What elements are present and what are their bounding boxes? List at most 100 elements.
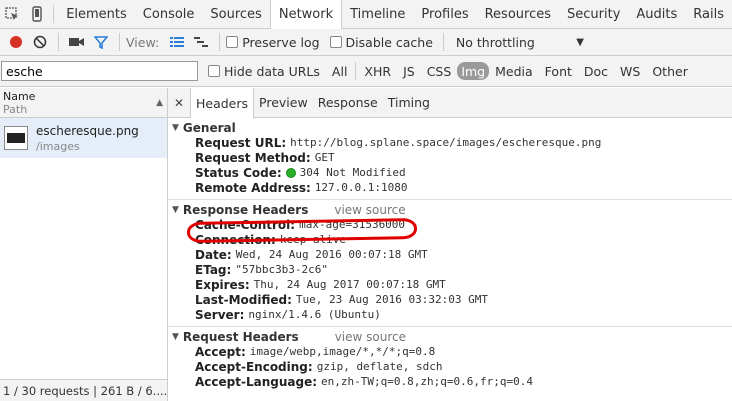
header-key: ETag: [195, 262, 232, 277]
header-value: image/webp,image/*,*/*;q=0.8 [249, 345, 436, 358]
tab-security[interactable]: Security [559, 0, 628, 28]
clear-button[interactable] [28, 30, 52, 54]
throttling-value: No throttling [455, 34, 535, 50]
tab-response[interactable]: Response [313, 88, 383, 117]
sort-ascending-icon: ▲ [156, 98, 163, 108]
tab-audits[interactable]: Audits [628, 0, 685, 28]
tab-elements[interactable]: Elements [58, 0, 135, 28]
response-headers-header[interactable]: ▼ Response Headers view source [168, 202, 732, 217]
header-row: Expires: Thu, 24 Aug 2017 00:07:18 GMT [168, 277, 732, 292]
view-source-link[interactable]: view source [334, 203, 405, 217]
toolbar-separator [219, 33, 221, 51]
hide-data-urls-label: Hide data URLs [224, 63, 320, 79]
path-header-label: Path [3, 103, 28, 116]
general-section-header[interactable]: ▼ General [168, 120, 732, 135]
header-value: 127.0.0.1:1080 [314, 181, 408, 194]
record-button[interactable] [4, 30, 28, 54]
filter-other[interactable]: Other [646, 62, 694, 80]
request-headers-header[interactable]: ▼ Request Headers view source [168, 329, 732, 344]
hide-data-urls-box[interactable] [208, 65, 220, 77]
header-key: Date: [195, 247, 232, 262]
header-row: Connection: keep-alive [168, 232, 732, 247]
filter-icon[interactable] [89, 30, 113, 54]
throttling-select[interactable]: No throttling ▼ [450, 35, 590, 50]
filter-media[interactable]: Media [489, 62, 539, 80]
header-row: Last-Modified: Tue, 23 Aug 2016 03:32:03 … [168, 292, 732, 307]
header-row: Request Method: GET [168, 150, 732, 165]
filter-ws[interactable]: WS [614, 62, 646, 80]
disable-cache-box[interactable] [329, 36, 342, 48]
preserve-log-box[interactable] [226, 36, 239, 48]
request-details: ✕ Headers Preview Response Timing ▼ Gene… [168, 88, 732, 401]
device-mode-icon[interactable] [25, 0, 50, 28]
header-key: Request Method: [195, 150, 311, 165]
network-toolbar: View: Preserve log Disable cache No thro… [0, 29, 732, 56]
request-list: Name Path ▲ escheresque.png /images 1 / … [0, 88, 168, 401]
close-details-icon[interactable]: ✕ [168, 88, 190, 117]
tab-headers[interactable]: Headers [190, 88, 255, 118]
filter-xhr[interactable]: XHR [358, 62, 397, 80]
tab-timeline[interactable]: Timeline [342, 0, 413, 28]
tabbar-separator [53, 5, 55, 23]
image-file-icon [4, 126, 28, 150]
header-value: nginx/1.4.6 (Ubuntu) [248, 308, 381, 321]
header-key: Status Code: [195, 165, 282, 180]
header-value: Tue, 23 Aug 2016 03:32:03 GMT [295, 293, 488, 306]
response-headers-title: Response Headers [182, 202, 309, 217]
header-value: 304 Not Modified [299, 166, 406, 179]
disable-cache-checkbox[interactable]: Disable cache [329, 35, 433, 50]
view-source-link[interactable]: view source [335, 330, 406, 344]
request-row[interactable]: escheresque.png /images [0, 118, 167, 158]
header-value: max-age=31536000 [299, 218, 406, 231]
header-value: gzip, deflate, sdch [316, 360, 443, 373]
filter-js[interactable]: JS [397, 62, 421, 80]
header-key: Last-Modified: [195, 292, 292, 307]
header-row: Cache-Control: max-age=31536000 [168, 217, 732, 232]
name-header-label: Name [3, 90, 36, 103]
filter-img[interactable]: Img [457, 62, 490, 80]
capture-screenshots-icon[interactable] [65, 30, 89, 54]
request-headers-section: ▼ Request Headers view source Accept: ima… [168, 327, 732, 393]
header-row: Accept-Encoding: gzip, deflate, sdch [168, 359, 732, 374]
header-value: Wed, 24 Aug 2016 00:07:18 GMT [235, 248, 428, 261]
response-headers-section: ▼ Response Headers view source Cache-Con… [168, 200, 732, 327]
tab-rails[interactable]: Rails [685, 0, 732, 28]
header-value: en,zh-TW;q=0.8,zh;q=0.6,fr;q=0.4 [321, 375, 533, 388]
request-path: /images [36, 139, 80, 153]
filter-separator [355, 62, 357, 80]
filter-css[interactable]: CSS [421, 62, 458, 80]
header-key: Request URL: [195, 135, 287, 150]
toolbar-separator [442, 33, 444, 51]
tab-timing[interactable]: Timing [383, 88, 435, 117]
request-status-summary: 1 / 30 requests | 261 B / 6.... [0, 379, 167, 401]
tab-resources[interactable]: Resources [477, 0, 559, 28]
header-value: "57bbc3b3-2c6" [235, 263, 329, 276]
tab-console[interactable]: Console [135, 0, 203, 28]
header-key: Server: [195, 307, 245, 322]
filter-all[interactable]: All [326, 62, 354, 80]
header-row: Status Code: 304 Not Modified [168, 165, 732, 180]
inspect-element-icon[interactable] [0, 0, 25, 28]
filter-doc[interactable]: Doc [578, 62, 614, 80]
devtools-tabbar: Elements Console Sources Network Timelin… [0, 0, 732, 29]
general-title: General [182, 120, 236, 135]
tab-profiles[interactable]: Profiles [413, 0, 476, 28]
tab-network[interactable]: Network [269, 0, 343, 29]
overview-icon[interactable] [189, 30, 213, 54]
preserve-log-label: Preserve log [242, 34, 320, 50]
header-value: GET [314, 151, 335, 164]
tab-preview[interactable]: Preview [254, 88, 313, 117]
header-row: ETag: "57bbc3b3-2c6" [168, 262, 732, 277]
header-value: keep-alive [279, 233, 347, 246]
preserve-log-checkbox[interactable]: Preserve log [226, 34, 320, 50]
filter-bar: Hide data URLs All XHR JS CSS Img Media … [0, 56, 732, 87]
hide-data-urls-checkbox[interactable]: Hide data URLs [208, 64, 320, 79]
header-key: Expires: [195, 277, 250, 292]
filter-font[interactable]: Font [539, 62, 578, 80]
tab-sources[interactable]: Sources [202, 0, 269, 28]
header-row: Date: Wed, 24 Aug 2016 00:07:18 GMT [168, 247, 732, 262]
filter-input[interactable] [1, 61, 198, 81]
large-rows-icon[interactable] [165, 30, 189, 54]
name-column-header[interactable]: Name Path ▲ [0, 88, 167, 118]
expand-triangle-icon: ▼ [172, 204, 179, 215]
